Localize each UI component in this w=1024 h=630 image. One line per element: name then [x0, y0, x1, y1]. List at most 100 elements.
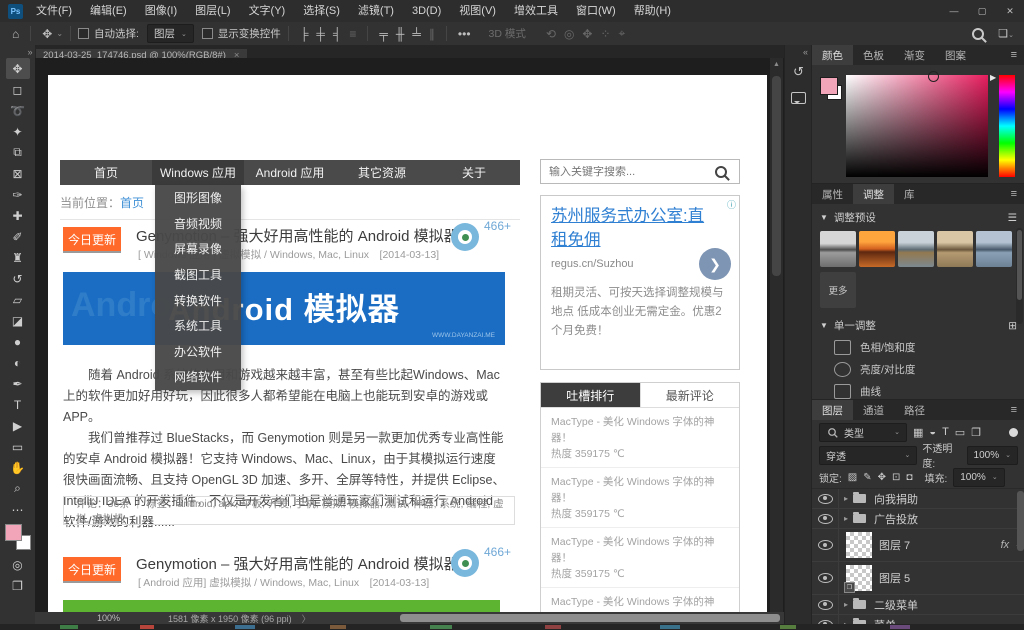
panel-menu-icon[interactable]: ≡: [1011, 400, 1024, 420]
hue-slider[interactable]: [999, 75, 1015, 177]
expand-panels-icon[interactable]: «: [785, 45, 812, 59]
visibility-eye-icon[interactable]: [817, 493, 833, 504]
status-arrow-icon[interactable]: 〉: [302, 612, 311, 625]
foreground-color-swatch[interactable]: [4, 524, 22, 541]
auto-select-checkbox[interactable]: [78, 28, 90, 39]
layer-row-group[interactable]: ▸ 二级菜单: [812, 595, 1024, 615]
filter-adjustment-icon[interactable]: ◒: [929, 426, 936, 438]
nav-other-resources[interactable]: 其它资源: [336, 160, 428, 185]
filter-shape-icon[interactable]: ▭: [955, 426, 965, 439]
layer-name[interactable]: 图层 5: [879, 570, 910, 586]
comment-list-item[interactable]: MacType - 美化 Windows 字体的神器！ 热度 359175 ℃: [541, 588, 739, 612]
screen-mode-icon[interactable]: ❐: [6, 575, 30, 596]
layer-thumbnail[interactable]: ❐: [844, 565, 872, 593]
dropdown-item-network[interactable]: 网络软件: [155, 364, 241, 390]
align-middle-icon[interactable]: ╫: [392, 27, 409, 41]
eraser-tool-icon[interactable]: ▱: [6, 289, 30, 310]
history-panel-icon[interactable]: ↺: [785, 59, 812, 85]
adjustment-brightness-contrast[interactable]: 亮度/对比度: [812, 358, 1024, 380]
rectangle-tool-icon[interactable]: ▭: [6, 436, 30, 457]
fill-input[interactable]: 100% ⌄: [953, 467, 1005, 487]
preset-thumbnail[interactable]: [898, 231, 934, 267]
opacity-input[interactable]: 100% ⌄: [966, 445, 1018, 465]
ad-arrow-button[interactable]: ❯: [699, 248, 731, 280]
tab-libraries[interactable]: 库: [894, 184, 925, 204]
comment-list-item[interactable]: MacType - 美化 Windows 字体的神器！ 热度 359175 ℃: [541, 408, 739, 468]
layer-name[interactable]: 二级菜单: [874, 597, 918, 613]
dropdown-item-screen-record[interactable]: 屏幕录像: [155, 236, 241, 262]
comment-list-item[interactable]: MacType - 美化 Windows 字体的神器！ 热度 359175 ℃: [541, 528, 739, 588]
breadcrumb-home-link[interactable]: 首页: [120, 196, 144, 210]
color-swatches[interactable]: [4, 524, 31, 550]
article-banner-image[interactable]: [63, 600, 500, 612]
layer-row-group[interactable]: ▸ 向我捐助: [812, 489, 1024, 509]
move-tool-preset-icon[interactable]: ✥: [38, 27, 56, 41]
menu-plugins[interactable]: 增效工具: [505, 0, 567, 22]
visibility-eye-icon[interactable]: [817, 513, 833, 524]
comment-list-item[interactable]: MacType - 美化 Windows 字体的神器！ 热度 359175 ℃: [541, 468, 739, 528]
lock-artboard-icon[interactable]: ⊡: [892, 472, 900, 483]
lock-position-icon[interactable]: ✥: [878, 472, 886, 483]
panel-scrollbar[interactable]: [1016, 228, 1023, 324]
gradient-tool-icon[interactable]: ◪: [6, 310, 30, 331]
scrollbar-thumb[interactable]: [772, 76, 781, 276]
panel-menu-icon[interactable]: ≡: [1011, 45, 1024, 65]
search-input[interactable]: [541, 165, 715, 178]
search-icon[interactable]: [715, 165, 727, 178]
blend-mode-dropdown[interactable]: 穿透 ⌄: [819, 445, 918, 465]
menu-type[interactable]: 文字(Y): [240, 0, 295, 22]
zoom-tool-icon[interactable]: ⌕: [6, 478, 30, 499]
frame-tool-icon[interactable]: ⊠: [6, 163, 30, 184]
menu-3d[interactable]: 3D(D): [403, 0, 450, 22]
tab-layers[interactable]: 图层: [812, 400, 853, 420]
lock-transparent-icon[interactable]: ▨: [848, 472, 857, 483]
menu-image[interactable]: 图像(I): [136, 0, 186, 22]
search-icon[interactable]: [972, 27, 985, 40]
preset-thumbnail[interactable]: [859, 231, 895, 267]
nav-about[interactable]: 关于: [428, 160, 520, 185]
ad-info-icon[interactable]: ⓘ: [727, 198, 736, 211]
tab-latest-comments[interactable]: 最新评论: [639, 383, 740, 407]
align-bottom-icon[interactable]: ╧: [408, 27, 425, 41]
tab-gradients[interactable]: 渐变: [894, 45, 935, 65]
tab-swatches[interactable]: 色板: [853, 45, 894, 65]
scrollbar-thumb[interactable]: [1017, 230, 1022, 300]
preset-thumbnail[interactable]: [937, 231, 973, 267]
eyedropper-tool-icon[interactable]: ✑: [6, 184, 30, 205]
lock-all-icon[interactable]: ◘: [906, 472, 912, 483]
history-brush-tool-icon[interactable]: ↺: [6, 268, 30, 289]
expand-group-icon[interactable]: ▸: [839, 514, 853, 523]
menu-edit[interactable]: 编辑(E): [81, 0, 136, 22]
layer-thumbnail[interactable]: [846, 532, 872, 558]
dropdown-item-office[interactable]: 办公软件: [155, 339, 241, 365]
visibility-eye-icon[interactable]: [817, 540, 833, 550]
healing-brush-tool-icon[interactable]: ✚: [6, 205, 30, 226]
close-button[interactable]: ✕: [996, 0, 1024, 22]
dropdown-item-audio-video[interactable]: 音频视频: [155, 211, 241, 237]
adjustment-hue-saturation[interactable]: 色相/饱和度: [812, 336, 1024, 358]
quick-selection-tool-icon[interactable]: ✦: [6, 121, 30, 142]
layer-row-group[interactable]: ▸ 广告投放: [812, 509, 1024, 529]
color-cursor[interactable]: [928, 71, 940, 82]
menu-filter[interactable]: 滤镜(T): [349, 0, 403, 22]
lock-pixels-icon[interactable]: ✎: [863, 472, 871, 483]
align-right-icon[interactable]: ╡: [329, 27, 346, 41]
show-transform-checkbox[interactable]: [201, 28, 213, 39]
path-select-tool-icon[interactable]: ▶: [6, 415, 30, 436]
foreground-color-swatch[interactable]: [820, 77, 838, 95]
layer-name[interactable]: 图层 7: [879, 537, 910, 553]
auto-select-dropdown[interactable]: 图层 ⌄: [146, 24, 194, 43]
comments-panel-icon[interactable]: [785, 85, 812, 111]
layer-row[interactable]: ❐ 图层 5: [812, 562, 1024, 595]
menu-help[interactable]: 帮助(H): [625, 0, 680, 22]
dodge-tool-icon[interactable]: ◐: [6, 352, 30, 373]
more-presets-button[interactable]: 更多: [820, 272, 856, 308]
expand-group-icon[interactable]: ▸: [839, 494, 853, 503]
article-title-link[interactable]: Genymotion – 强大好用高性能的 Android 模拟器: [136, 553, 459, 574]
zoom-level[interactable]: 100%: [97, 613, 120, 623]
clone-stamp-tool-icon[interactable]: ♜: [6, 247, 30, 268]
layer-fx-badge[interactable]: fx: [1001, 539, 1010, 551]
layer-name[interactable]: 向我捐助: [874, 491, 918, 507]
preset-thumbnail[interactable]: [820, 231, 856, 267]
align-top-icon[interactable]: ╤: [375, 27, 392, 41]
